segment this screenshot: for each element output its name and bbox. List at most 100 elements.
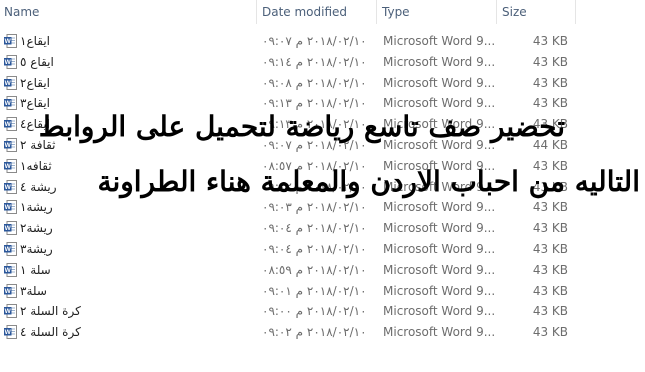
- file-date-modified: ٢٠١٨/٠٢/١٠ م ٠٩:٠٨: [262, 75, 367, 90]
- svg-text:W: W: [5, 121, 12, 128]
- svg-text:W: W: [5, 267, 12, 274]
- svg-text:W: W: [5, 163, 12, 170]
- column-header-name[interactable]: Name: [0, 0, 252, 24]
- word-document-icon: W: [4, 34, 17, 48]
- svg-text:W: W: [5, 329, 12, 336]
- file-row[interactable]: W ريشة٣ ٢٠١٨/٠٢/١٠ م ٠٩:٠٤ Microsoft Word 9…: [0, 239, 645, 260]
- svg-text:W: W: [5, 59, 12, 66]
- file-name-cell[interactable]: W ايقاع١: [0, 31, 252, 52]
- file-type: Microsoft Word 9...: [383, 304, 496, 319]
- file-name-cell[interactable]: W كرة السلة ٢: [0, 301, 252, 322]
- file-date-modified: ٢٠١٨/٠٢/١٠ م ٠٨:٥٩: [262, 262, 367, 277]
- column-header-size[interactable]: Size: [498, 0, 572, 24]
- svg-text:W: W: [5, 80, 12, 87]
- word-document-icon: W: [4, 241, 17, 256]
- file-date-modified: ٢٠١٨/٠٢/١٠ م ٠٩:٠٤: [262, 221, 367, 236]
- word-document-icon: W: [4, 158, 17, 173]
- word-document-icon: W: [4, 262, 17, 277]
- file-date-modified: ٢٠١٨/٠٢/١٠ م ٠٩:٠٢: [262, 325, 367, 340]
- file-name: ريشة٢: [20, 221, 53, 236]
- overlay-caption-line-1: تحضير صف تاسع رياضة لتحميل على الروابط: [38, 110, 565, 143]
- word-document-icon: W: [4, 221, 17, 236]
- file-row[interactable]: W سلة ١ ٢٠١٨/٠٢/١٠ م ٠٨:٥٩ Microsoft Word 9…: [0, 260, 645, 281]
- file-size: 43 KB: [532, 325, 568, 340]
- file-name: ريشة١: [20, 200, 53, 215]
- file-size: 43 KB: [532, 34, 568, 48]
- file-name: سلة٣: [20, 283, 47, 298]
- file-name-cell[interactable]: W ريشة٢: [0, 218, 252, 239]
- file-size: 43 KB: [532, 54, 568, 69]
- column-header-row: ⌃ Name Date modified Type Size: [0, 0, 645, 24]
- file-name-cell[interactable]: W كرة السلة ٤: [0, 322, 252, 343]
- word-document-icon: W: [4, 137, 17, 152]
- word-document-icon: W: [4, 325, 17, 340]
- column-header-type[interactable]: Type: [378, 0, 494, 24]
- file-name: ايقاع١: [20, 34, 51, 48]
- word-document-icon: W: [4, 96, 17, 111]
- svg-text:W: W: [5, 225, 12, 232]
- file-row[interactable]: W ايقاع ٥ ٢٠١٨/٠٢/١٠ م ٠٩:١٤ Microsoft Word…: [0, 52, 645, 73]
- column-header-type-label: Type: [382, 5, 410, 19]
- file-row[interactable]: W ريشة٢ ٢٠١٨/٠٢/١٠ م ٠٩:٠٤ Microsoft Word 9…: [0, 218, 645, 239]
- svg-text:W: W: [5, 288, 12, 295]
- file-size: 43 KB: [532, 75, 568, 90]
- file-date-modified: ٢٠١٨/٠٢/١٠ م ٠٩:٠٧: [262, 34, 367, 48]
- file-name-cell[interactable]: W ريشة١: [0, 197, 252, 218]
- file-name-cell[interactable]: W ايقاع٢: [0, 73, 252, 94]
- word-document-icon: W: [4, 54, 17, 69]
- file-name: ايقاع ٥: [20, 54, 54, 69]
- file-name: ثقافه١: [20, 158, 52, 173]
- svg-text:W: W: [5, 38, 12, 45]
- word-document-icon: W: [4, 304, 17, 319]
- column-header-name-label: Name: [4, 5, 40, 19]
- file-name: كرة السلة ٢: [20, 304, 81, 319]
- file-type: Microsoft Word 9...: [383, 241, 496, 256]
- file-name-cell[interactable]: W سلة ١: [0, 260, 252, 281]
- file-row[interactable]: W ريشة١ ٢٠١٨/٠٢/١٠ م ٠٩:٠٣ Microsoft Word 9…: [0, 197, 645, 218]
- file-row[interactable]: W كرة السلة ٤ ٢٠١٨/٠٢/١٠ م ٠٩:٠٢ Microsoft …: [0, 322, 645, 343]
- file-type: Microsoft Word 9...: [383, 221, 496, 236]
- file-name: ريشة٣: [20, 241, 53, 256]
- file-size: 43 KB: [532, 221, 568, 236]
- file-name: كرة السلة ٤: [20, 325, 81, 340]
- file-size: 43 KB: [532, 200, 568, 215]
- word-document-icon: W: [4, 200, 17, 215]
- column-divider[interactable]: [575, 0, 576, 24]
- file-date-modified: ٢٠١٨/٠٢/١٠ م ٠٩:١٤: [262, 54, 367, 69]
- column-divider[interactable]: [376, 0, 377, 24]
- svg-text:W: W: [5, 204, 12, 211]
- column-divider[interactable]: [256, 0, 257, 24]
- overlay-caption-line-2: التاليه من احباب الاردن والمعلمة هناء ال…: [97, 165, 640, 198]
- file-row[interactable]: W ايقاع١ ٢٠١٨/٠٢/١٠ م ٠٩:٠٧ Microsoft Word …: [0, 31, 645, 52]
- file-type: Microsoft Word 9...: [383, 262, 496, 277]
- word-document-icon: W: [4, 179, 17, 194]
- svg-text:W: W: [5, 246, 12, 253]
- file-type: Microsoft Word 9...: [383, 325, 496, 340]
- file-name: ايقاع٢: [20, 75, 51, 90]
- column-divider[interactable]: [496, 0, 497, 24]
- file-size: 43 KB: [532, 304, 568, 319]
- word-document-icon: W: [4, 117, 17, 132]
- file-name: سلة ١: [20, 262, 51, 277]
- svg-text:W: W: [5, 142, 12, 149]
- file-name-cell[interactable]: W ايقاع ٥: [0, 52, 252, 73]
- word-document-icon: W: [4, 283, 17, 298]
- file-type: Microsoft Word 9...: [383, 283, 496, 298]
- file-name: ريشة ٤: [20, 179, 57, 194]
- column-header-date[interactable]: Date modified: [258, 0, 374, 24]
- file-type: Microsoft Word 9...: [383, 200, 496, 215]
- file-row[interactable]: W ايقاع٢ ٢٠١٨/٠٢/١٠ م ٠٩:٠٨ Microsoft Word …: [0, 73, 645, 94]
- file-row[interactable]: W سلة٣ ٢٠١٨/٠٢/١٠ م ٠٩:٠١ Microsoft Word 9.…: [0, 281, 645, 302]
- file-size: 43 KB: [532, 262, 568, 277]
- svg-text:W: W: [5, 184, 12, 191]
- file-name-cell[interactable]: W ريشة٣: [0, 239, 252, 260]
- file-name-cell[interactable]: W سلة٣: [0, 281, 252, 302]
- file-type: Microsoft Word 9...: [383, 75, 496, 90]
- file-size: 43 KB: [532, 241, 568, 256]
- file-date-modified: ٢٠١٨/٠٢/١٠ م ٠٩:٠١: [262, 283, 367, 298]
- file-date-modified: ٢٠١٨/٠٢/١٠ م ٠٩:٠٣: [262, 200, 367, 215]
- column-header-date-label: Date modified: [262, 5, 348, 19]
- file-row[interactable]: W كرة السلة ٢ ٢٠١٨/٠٢/١٠ م ٠٩:٠٠ Microsoft …: [0, 301, 645, 322]
- file-size: 43 KB: [532, 283, 568, 298]
- svg-text:W: W: [5, 308, 12, 315]
